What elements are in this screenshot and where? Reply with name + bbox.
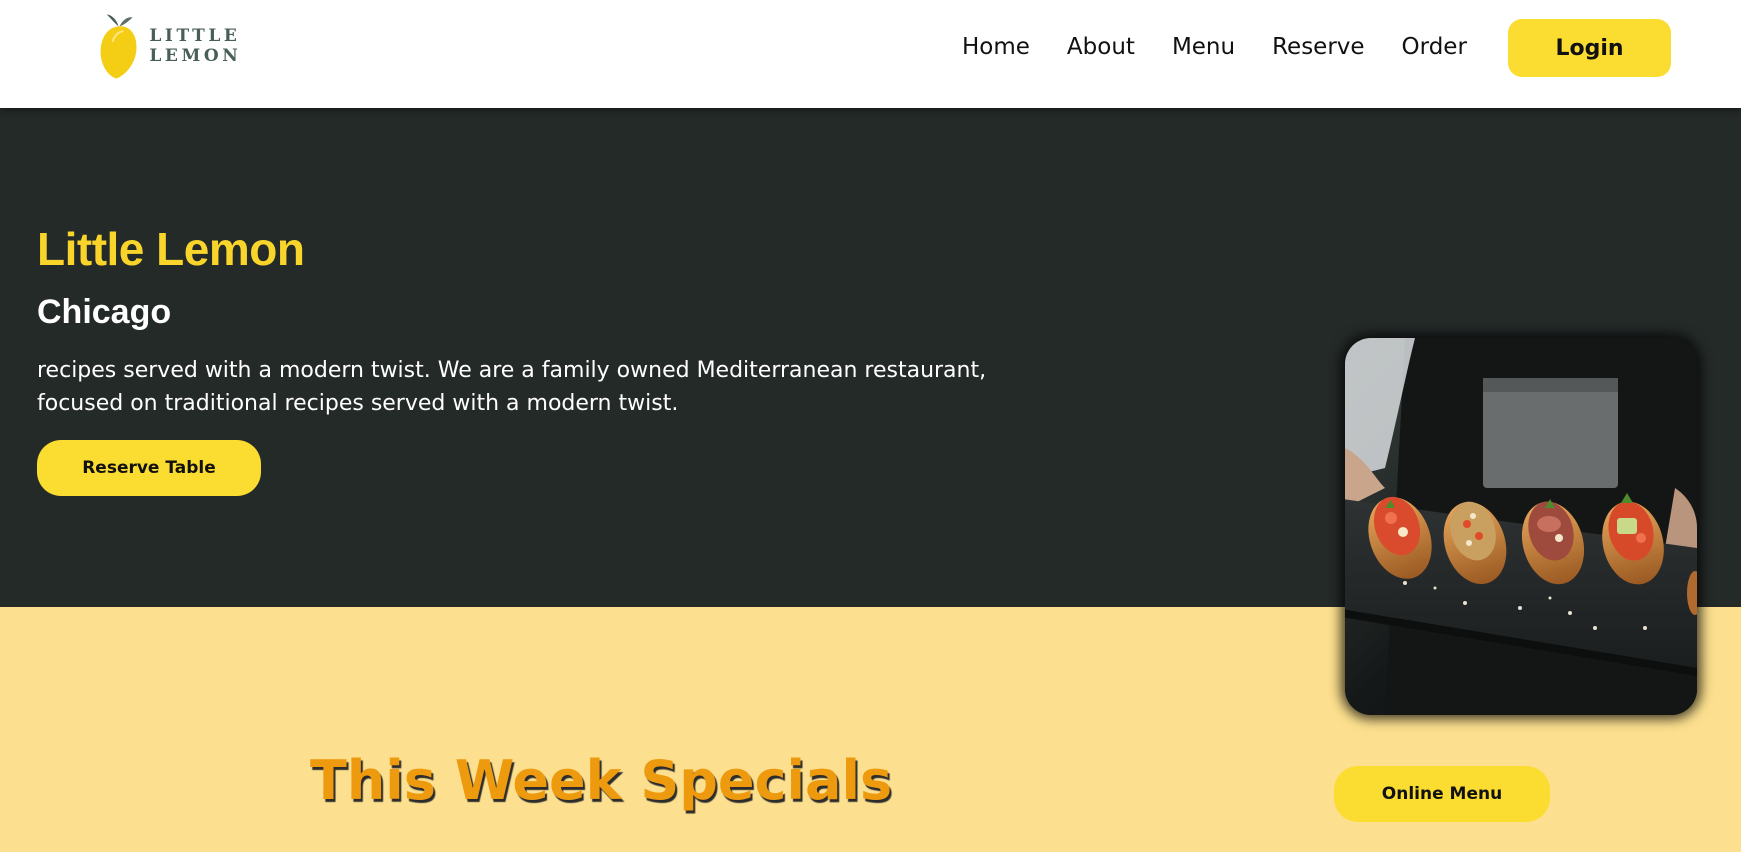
nav-about[interactable]: About (1067, 34, 1135, 60)
site-header: LITTLE LEMON Home About Menu Reserve Ord… (0, 0, 1741, 108)
reserve-table-button[interactable]: Reserve Table (37, 440, 261, 496)
logo[interactable]: LITTLE LEMON (99, 12, 339, 80)
nav-reserve[interactable]: Reserve (1272, 34, 1364, 60)
logo-text: LITTLE LEMON (149, 26, 242, 66)
hero-subtitle: Chicago (37, 293, 172, 331)
online-menu-button[interactable]: Online Menu (1334, 766, 1550, 822)
nav-order[interactable]: Order (1402, 34, 1467, 60)
nav-home[interactable]: Home (962, 34, 1030, 60)
main-nav: Home About Menu Reserve Order (962, 30, 1504, 64)
hero-title: Little Lemon (37, 223, 305, 275)
nav-menu[interactable]: Menu (1172, 34, 1235, 60)
hero-food-image (1345, 338, 1697, 715)
specials-title: This Week Specials (310, 749, 893, 812)
login-button[interactable]: Login (1508, 19, 1671, 77)
lemon-logo-icon (100, 14, 137, 79)
hero-description: recipes served with a modern twist. We a… (37, 358, 987, 416)
